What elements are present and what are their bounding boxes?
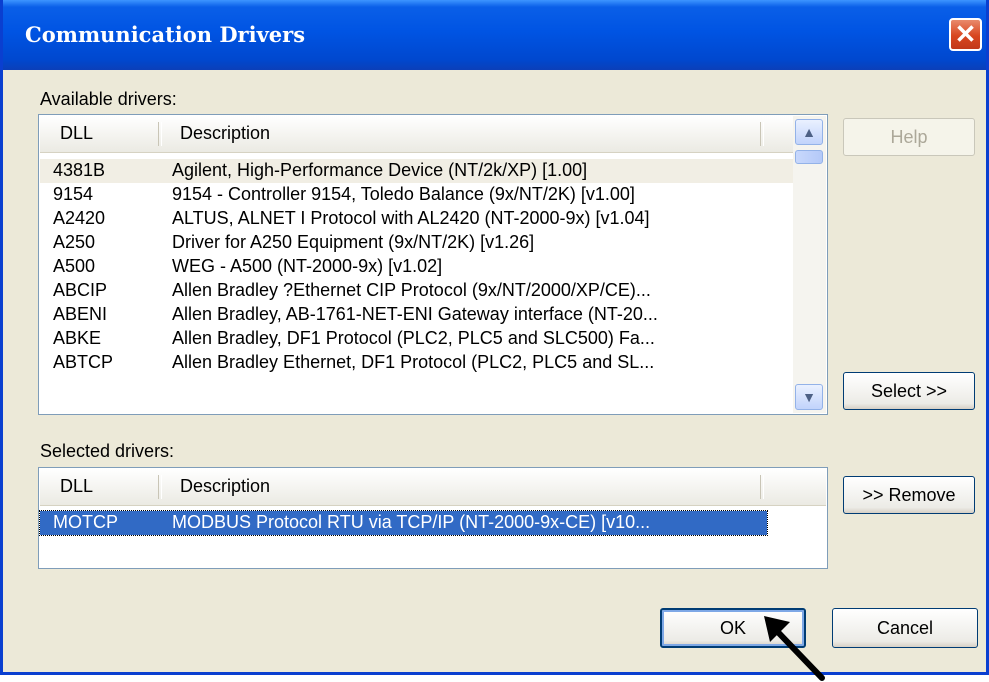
scroll-thumb[interactable] [795, 150, 823, 164]
list-item[interactable]: MOTCP MODBUS Protocol RTU via TCP/IP (NT-… [39, 510, 768, 536]
dll-cell: 9154 [53, 184, 94, 204]
dll-cell: ABTCP [53, 352, 114, 372]
list-item[interactable]: ABKE Allen Bradley, DF1 Protocol (PLC2, P… [40, 327, 826, 351]
description-cell: WEG - A500 (NT-2000-9x) [v1.02] [172, 256, 443, 276]
list-item[interactable]: A2420 ALTUS, ALNET I Protocol with AL2420… [40, 207, 826, 231]
arrow-pointer-icon [764, 616, 825, 681]
column-divider[interactable] [760, 475, 764, 499]
list-item[interactable]: ABTCP Allen Bradley Ethernet, DF1 Protoco… [40, 351, 826, 375]
selected-list-header: DLL Description [40, 469, 826, 506]
available-drivers-label: Available drivers: [40, 89, 177, 109]
remove-button[interactable]: >> Remove [843, 476, 975, 514]
available-list-header: DLL Description [40, 116, 826, 153]
close-button[interactable]: ✕ [949, 18, 982, 51]
selected-drivers-list[interactable]: DLL Description MOTCP MODBUS Protocol RTU… [38, 467, 828, 569]
list-item[interactable]: A500 WEG - A500 (NT-2000-9x) [v1.02] [40, 255, 826, 279]
description-cell: MODBUS Protocol RTU via TCP/IP (NT-2000-… [172, 512, 651, 532]
column-header-description[interactable]: Description [180, 476, 270, 497]
description-cell: Allen Bradley, DF1 Protocol (PLC2, PLC5 … [172, 328, 655, 348]
dialog-window: Communication Drivers ✕ Available driver… [0, 0, 989, 675]
description-cell: Agilent, High-Performance Device (NT/2k/… [172, 160, 588, 180]
available-drivers-list[interactable]: DLL Description 4381B Agilent, High-Perfo… [38, 114, 828, 415]
scroll-down-button[interactable]: ▼ [795, 384, 823, 410]
dll-cell: A500 [53, 256, 96, 276]
column-header-dll[interactable]: DLL [60, 476, 93, 497]
list-item[interactable]: 9154 9154 - Controller 9154, Toledo Balan… [40, 183, 826, 207]
help-button[interactable]: Help [843, 118, 975, 156]
available-list-scrollbar[interactable]: ▲ ▼ [793, 116, 826, 413]
description-cell: Allen Bradley Ethernet, DF1 Protocol (PL… [172, 352, 655, 372]
chevron-down-icon: ▼ [802, 389, 816, 405]
column-header-description[interactable]: Description [180, 123, 270, 144]
description-cell: Allen Bradley, AB-1761-NET-ENI Gateway i… [172, 304, 658, 324]
list-item[interactable]: A250 Driver for A250 Equipment (9x/NT/2K)… [40, 231, 826, 255]
scroll-up-button[interactable]: ▲ [795, 119, 823, 145]
dll-cell: MOTCP [53, 512, 118, 532]
cancel-button[interactable]: Cancel [832, 608, 978, 648]
dll-cell: 4381B [53, 160, 106, 180]
dll-cell: ABKE [53, 328, 102, 348]
description-cell: ALTUS, ALNET I Protocol with AL2420 (NT-… [172, 208, 650, 228]
list-item[interactable]: 4381B Agilent, High-Performance Device (N… [40, 159, 826, 183]
column-divider[interactable] [158, 122, 162, 146]
available-rows: 4381B Agilent, High-Performance Device (N… [40, 159, 826, 375]
description-cell: Driver for A250 Equipment (9x/NT/2K) [v1… [172, 232, 535, 252]
column-divider[interactable] [760, 122, 764, 146]
selected-rows: MOTCP MODBUS Protocol RTU via TCP/IP (NT-… [39, 510, 768, 536]
description-cell: 9154 - Controller 9154, Toledo Balance (… [172, 184, 635, 204]
column-divider[interactable] [158, 475, 162, 499]
dll-cell: A250 [53, 232, 96, 252]
select-button[interactable]: Select >> [843, 372, 975, 410]
dll-cell: ABCIP [53, 280, 108, 300]
list-item[interactable]: ABCIP Allen Bradley ?Ethernet CIP Protoco… [40, 279, 826, 303]
dll-cell: A2420 [53, 208, 106, 228]
list-item[interactable]: ABENI Allen Bradley, AB-1761-NET-ENI Gate… [40, 303, 826, 327]
dll-cell: ABENI [53, 304, 108, 324]
title-bar[interactable]: Communication Drivers [3, 0, 986, 70]
column-header-dll[interactable]: DLL [60, 123, 93, 144]
description-cell: Allen Bradley ?Ethernet CIP Protocol (9x… [172, 280, 651, 300]
window-title: Communication Drivers [25, 22, 306, 47]
selected-drivers-label: Selected drivers: [40, 441, 175, 461]
close-icon: ✕ [954, 19, 977, 49]
chevron-up-icon: ▲ [802, 124, 816, 140]
